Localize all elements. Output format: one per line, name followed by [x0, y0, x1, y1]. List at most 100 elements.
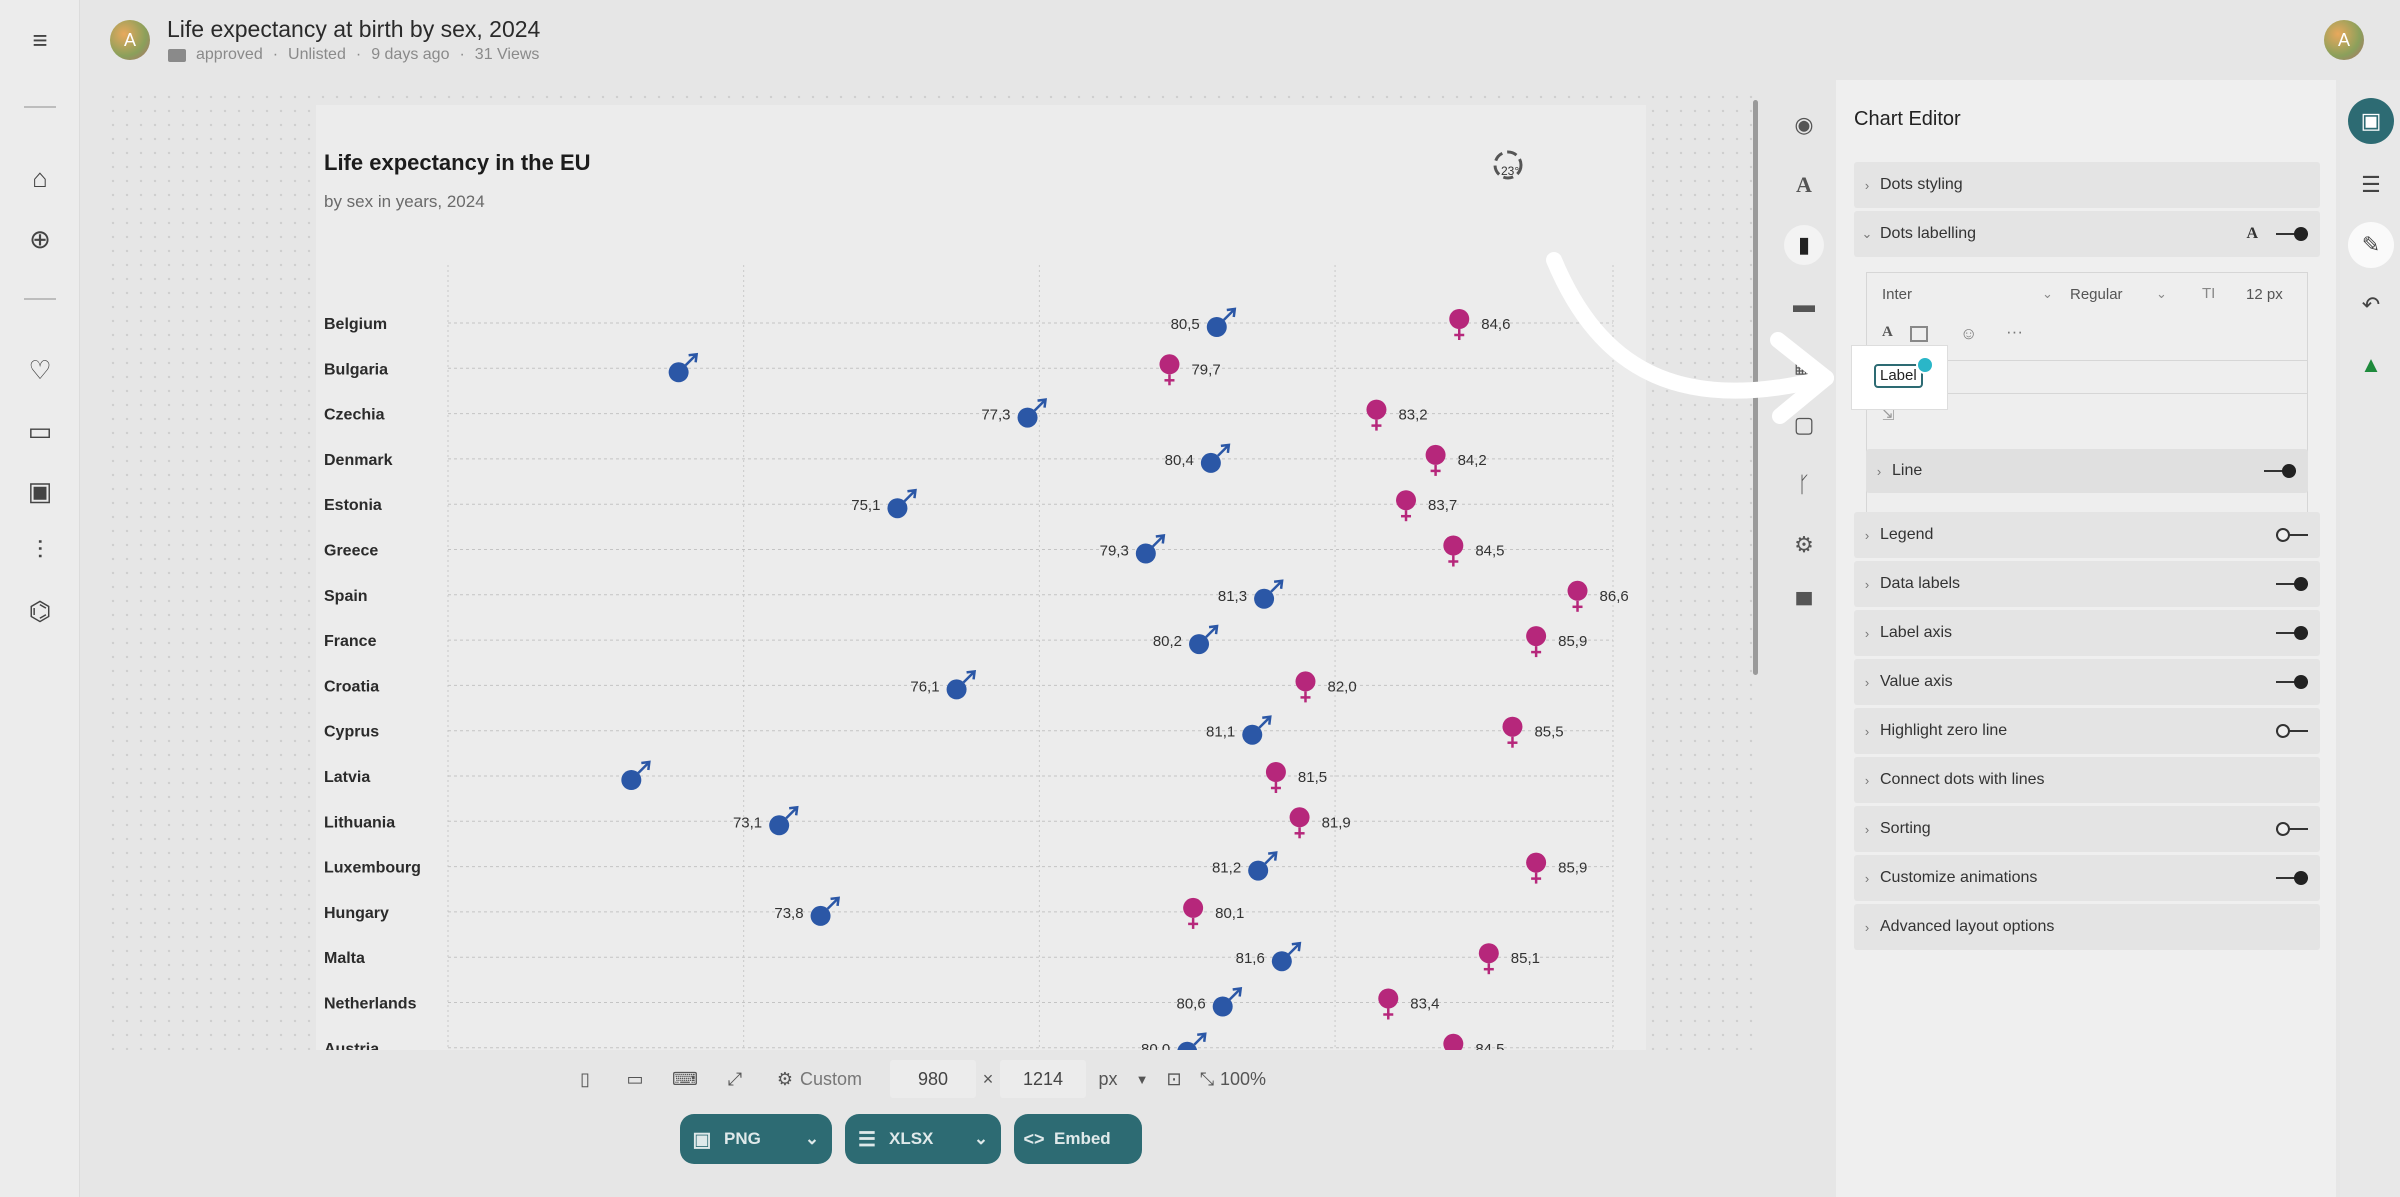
- text-style-icon[interactable]: A: [2246, 225, 2258, 243]
- section-label-axis[interactable]: › Label axis: [1854, 610, 2320, 656]
- embed-button[interactable]: <> Embed: [1014, 1114, 1142, 1164]
- more-icon[interactable]: ···: [2006, 322, 2023, 342]
- menu-icon[interactable]: ≡: [22, 22, 58, 58]
- section-dots-styling[interactable]: › Dots styling: [1854, 162, 2320, 208]
- chevron-right-icon: ›: [1864, 919, 1870, 935]
- section-toggle[interactable]: [2276, 822, 2308, 836]
- chevron-right-icon: ›: [1864, 625, 1870, 641]
- project-avatar[interactable]: A: [110, 20, 150, 60]
- section-legend[interactable]: › Legend: [1854, 512, 2320, 558]
- section-label: Dots labelling: [1880, 225, 1977, 242]
- male-value-label: 81,1: [1206, 724, 1235, 741]
- male-value-label: 76,1: [910, 678, 939, 695]
- fullscreen-icon[interactable]: ⤢: [710, 1069, 760, 1090]
- code-icon: <>: [1023, 1128, 1045, 1149]
- home-icon[interactable]: ⌂: [22, 160, 58, 196]
- mobile-size-icon[interactable]: ▯: [560, 1069, 610, 1090]
- save-icon[interactable]: ▣: [2348, 98, 2394, 144]
- male-value-label: 80,6: [1176, 996, 1205, 1013]
- academy-icon[interactable]: ⌬: [22, 593, 58, 629]
- female-value-label: 84,2: [1458, 452, 1487, 469]
- sliders-icon[interactable]: ⫶: [22, 533, 58, 569]
- country-label: Netherlands: [324, 996, 417, 1013]
- font-weight-select[interactable]: Regular: [2070, 286, 2123, 303]
- section-toggle[interactable]: [2276, 577, 2308, 591]
- section-line[interactable]: › Line: [1866, 449, 2308, 493]
- xlsx-export-button[interactable]: ☰ XLSX ⌄: [845, 1114, 1001, 1164]
- section-sorting[interactable]: › Sorting: [1854, 806, 2320, 852]
- pencil-icon[interactable]: ✎: [2348, 222, 2394, 268]
- line-toggle[interactable]: [2264, 464, 2296, 478]
- font-family-select[interactable]: Inter: [1882, 286, 1912, 303]
- male-value-label: 73,8: [774, 905, 803, 922]
- female-dot: [1567, 580, 1588, 601]
- gear-icon[interactable]: ⚙: [770, 1069, 800, 1090]
- undo-icon[interactable]: ↶: [2348, 282, 2394, 328]
- folder-icon[interactable]: ▭: [22, 413, 58, 449]
- chevron-down-icon[interactable]: ⌄: [961, 1129, 1001, 1149]
- dots-labelling-toggle[interactable]: [2276, 227, 2308, 241]
- chevron-down-icon: ⌄: [2156, 286, 2167, 301]
- section-toggle[interactable]: [2276, 528, 2308, 542]
- female-value-label: 79,7: [1191, 361, 1220, 378]
- section-highlight-zero-line[interactable]: › Highlight zero line: [1854, 708, 2320, 754]
- section-customize-animations[interactable]: › Customize animations: [1854, 855, 2320, 901]
- avatar-letter: A: [123, 29, 136, 50]
- zoom-level[interactable]: 100%: [1220, 1069, 1280, 1090]
- section-toggle[interactable]: [2276, 626, 2308, 640]
- section-toggle[interactable]: [2276, 871, 2308, 885]
- country-label: Denmark: [324, 452, 393, 469]
- lock-icon[interactable]: ⊡: [1154, 1069, 1194, 1090]
- fit-icon[interactable]: ⤡: [1194, 1069, 1220, 1090]
- chevron-down-icon[interactable]: ⌄: [792, 1129, 832, 1149]
- document-title[interactable]: Life expectancy at birth by sex, 2024: [167, 16, 540, 43]
- gear-icon[interactable]: ⚙: [1784, 525, 1824, 565]
- female-dot: [1443, 1033, 1464, 1050]
- tablet-size-icon[interactable]: ▭: [610, 1069, 660, 1090]
- height-input[interactable]: 1214: [1000, 1060, 1086, 1098]
- eye-icon[interactable]: ◉: [1784, 105, 1824, 145]
- font-size-input[interactable]: 12 px: [2246, 286, 2283, 303]
- preset-select[interactable]: Custom: [800, 1069, 890, 1090]
- female-dot: [1396, 490, 1417, 511]
- png-export-button[interactable]: ▣ PNG ⌄: [680, 1114, 832, 1164]
- image-icon[interactable]: ▣: [22, 473, 58, 509]
- database-icon[interactable]: ☰: [2348, 162, 2394, 208]
- text-icon[interactable]: A: [1784, 165, 1824, 205]
- country-label: Austria: [324, 1041, 379, 1050]
- heart-icon[interactable]: ♡: [22, 352, 58, 388]
- male-symbol-line: [826, 898, 839, 910]
- logo-icon[interactable]: ▲: [2348, 342, 2394, 388]
- section-label: Label axis: [1880, 624, 1953, 641]
- female-dot: [1425, 444, 1446, 465]
- section-connect-dots-with-lines[interactable]: › Connect dots with lines: [1854, 757, 2320, 803]
- male-symbol-line: [1228, 988, 1241, 1001]
- section-toggle[interactable]: [2276, 724, 2308, 738]
- country-label: Malta: [324, 950, 365, 967]
- laptop-size-icon[interactable]: ⌨: [660, 1069, 710, 1090]
- unit-dropdown-icon[interactable]: ▼: [1130, 1072, 1154, 1087]
- section-label: Legend: [1880, 526, 1934, 543]
- section-data-labels[interactable]: › Data labels: [1854, 561, 2320, 607]
- paint-icon[interactable]: ▀: [1784, 585, 1824, 625]
- male-symbol-line: [1258, 716, 1271, 729]
- width-input[interactable]: 980: [890, 1060, 976, 1098]
- meta-folder[interactable]: approved: [196, 46, 263, 64]
- emoji-icon[interactable]: ☺: [1960, 324, 1977, 344]
- user-avatar[interactable]: A: [2324, 20, 2364, 60]
- font-color-icon[interactable]: A: [1882, 324, 1893, 341]
- border-icon[interactable]: [1910, 326, 1928, 342]
- male-value-label: 79,3: [1100, 543, 1129, 560]
- chart-card[interactable]: Life expectancy in the EU by sex in years…: [316, 105, 1646, 1050]
- section-value-axis[interactable]: › Value axis: [1854, 659, 2320, 705]
- female-value-label: 86,6: [1600, 588, 1629, 605]
- male-symbol-line: [1222, 309, 1235, 321]
- add-icon[interactable]: ⊕: [22, 221, 58, 257]
- branch-icon[interactable]: ᚴ: [1784, 465, 1824, 505]
- section-toggle[interactable]: [2276, 675, 2308, 689]
- section-dots-labelling[interactable]: ⌄ Dots labelling A: [1854, 211, 2320, 257]
- male-value-label: 75,1: [851, 497, 880, 514]
- section-advanced-layout-options[interactable]: › Advanced layout options: [1854, 904, 2320, 950]
- male-symbol-line: [637, 762, 650, 774]
- country-label: Bulgaria: [324, 361, 388, 378]
